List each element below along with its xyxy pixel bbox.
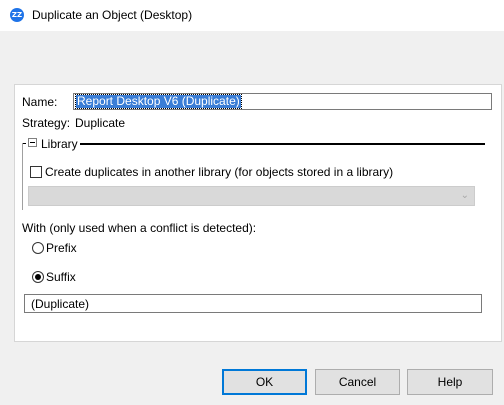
title-bar: ZZ Duplicate an Object (Desktop) — [0, 0, 504, 31]
help-button[interactable]: Help — [407, 369, 493, 395]
radio-selected-dot — [35, 274, 41, 280]
ok-button[interactable]: OK — [222, 369, 307, 395]
cancel-button[interactable]: Cancel — [315, 369, 400, 395]
create-in-library-label[interactable]: Create duplicates in another library (fo… — [45, 165, 393, 179]
app-icon-text: ZZ — [11, 10, 23, 19]
suffix-radio[interactable] — [32, 271, 44, 283]
name-value[interactable]: Report Desktop V6 (Duplicate) — [75, 94, 242, 109]
library-group-separator — [80, 143, 485, 145]
strategy-value: Duplicate — [75, 116, 126, 130]
window-title: Duplicate an Object (Desktop) — [32, 8, 193, 22]
library-group-border-left — [22, 143, 23, 210]
name-input[interactable]: Report Desktop V6 (Duplicate) — [73, 93, 492, 110]
affix-input[interactable]: (Duplicate) — [24, 294, 482, 313]
affix-value[interactable]: (Duplicate) — [31, 297, 89, 311]
prefix-label[interactable]: Prefix — [46, 241, 77, 255]
library-group-label: Library — [41, 137, 78, 151]
collapse-icon[interactable] — [28, 138, 37, 147]
chevron-down-icon[interactable]: ⌄ — [461, 190, 469, 201]
strategy-label: Strategy: — [22, 116, 71, 130]
prefix-radio[interactable] — [32, 242, 44, 254]
suffix-label[interactable]: Suffix — [46, 270, 76, 284]
name-label: Name: — [22, 95, 58, 109]
library-select[interactable]: ⌄ — [28, 186, 475, 206]
conflict-label: With (only used when a conflict is detec… — [22, 221, 257, 235]
app-icon: ZZ — [10, 8, 24, 22]
create-in-library-checkbox[interactable] — [30, 166, 42, 178]
